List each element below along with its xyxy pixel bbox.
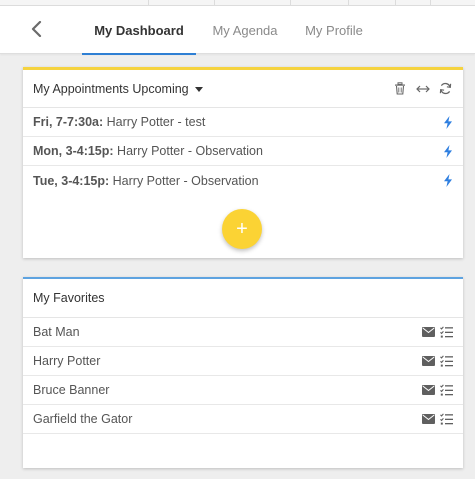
favorite-name: Harry Potter [33,354,101,368]
tab-my-dashboard[interactable]: My Dashboard [82,6,196,55]
appointment-time: Tue, 3-4:15p: [33,173,110,188]
favorite-row[interactable]: Bat Man [23,318,463,347]
checklist-icon[interactable] [440,384,453,396]
refresh-icon[interactable] [438,81,453,96]
favorites-card: My Favorites Bat Man Harry Potter Bruce … [23,277,463,468]
appointment-description: Harry Potter - test [106,115,206,129]
envelope-icon[interactable] [422,385,435,395]
checklist-icon[interactable] [440,326,453,338]
add-appointment-button[interactable]: + [222,209,262,249]
favorite-name: Bruce Banner [33,383,110,397]
tab-my-agenda[interactable]: My Agenda [205,6,285,54]
checklist-icon[interactable] [440,355,453,367]
envelope-icon[interactable] [422,327,435,337]
appointment-row[interactable]: Mon, 3-4:15p: Harry Potter - Observation [23,137,463,166]
appointment-time: Fri, 7-7:30a: [33,115,104,129]
checklist-icon[interactable] [440,413,453,425]
top-nav-bar: My Dashboard My Agenda My Profile [0,6,475,55]
tab-my-profile[interactable]: My Profile [298,6,370,54]
favorite-row[interactable]: Harry Potter [23,347,463,376]
caret-down-icon[interactable] [194,87,203,92]
envelope-icon[interactable] [422,356,435,366]
favorites-header: My Favorites [23,279,463,318]
appointment-row[interactable]: Fri, 7-7:30a: Harry Potter - test [23,108,463,137]
appointment-description: Harry Potter - Observation [117,144,263,158]
favorite-row[interactable]: Garfield the Gator [23,405,463,434]
appointment-description: Harry Potter - Observation [112,173,259,188]
favorites-title: My Favorites [33,291,105,305]
appointments-title[interactable]: My Appointments Upcoming [33,82,189,96]
appointment-row[interactable]: Tue, 3-4:15p: Harry Potter - Observation [23,166,463,195]
lightning-icon[interactable] [443,174,453,187]
back-button[interactable] [26,18,48,40]
expand-horizontal-icon[interactable] [415,81,430,96]
lightning-icon[interactable] [443,144,453,158]
envelope-icon[interactable] [422,414,435,424]
appointments-header: My Appointments Upcoming [23,70,463,108]
favorite-name: Bat Man [33,325,80,339]
appointment-time: Mon, 3-4:15p: [33,144,114,158]
chevron-left-icon [31,21,42,37]
trash-icon[interactable] [392,81,407,96]
favorite-row[interactable]: Bruce Banner [23,376,463,405]
lightning-icon[interactable] [443,115,453,129]
favorite-name: Garfield the Gator [33,412,133,426]
